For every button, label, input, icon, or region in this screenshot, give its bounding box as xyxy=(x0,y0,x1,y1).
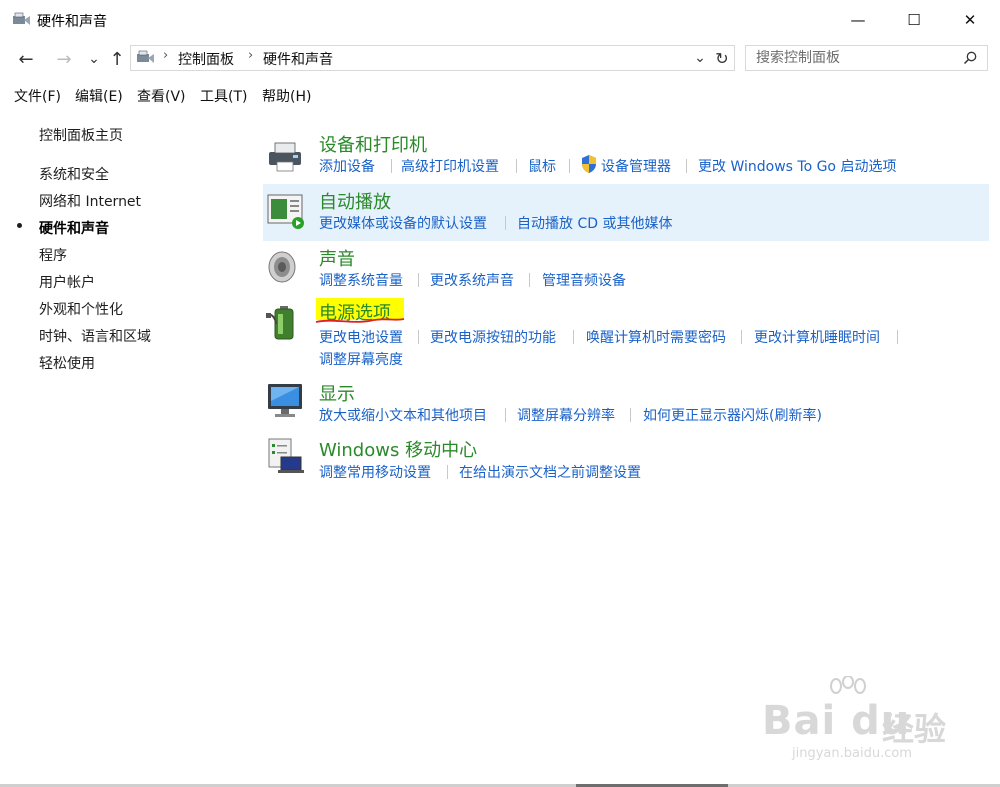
category-sound-title[interactable]: 声音 xyxy=(319,245,355,271)
back-button[interactable]: ← xyxy=(14,47,38,71)
battery-icon[interactable] xyxy=(266,302,306,342)
link-presentation-settings[interactable]: 在给出演示文档之前调整设置 xyxy=(459,462,641,482)
sidebar-home-link[interactable]: 控制面板主页 xyxy=(39,125,123,145)
minimize-button[interactable]: — xyxy=(835,0,881,40)
category-autoplay-title[interactable]: 自动播放 xyxy=(319,188,391,214)
mobility-center-icon[interactable] xyxy=(266,437,306,477)
link-separator xyxy=(447,465,448,479)
watermark-url: jingyan.baidu.com xyxy=(792,746,912,761)
category-mobility-center-title[interactable]: Windows 移动中心 xyxy=(319,436,477,462)
link-change-battery-settings[interactable]: 更改电池设置 xyxy=(319,327,403,347)
search-input[interactable] xyxy=(754,49,958,67)
sidebar-item-programs[interactable]: 程序 xyxy=(39,245,67,265)
sidebar-item-hardware-sound[interactable]: 硬件和声音 xyxy=(39,218,109,238)
search-box[interactable] xyxy=(745,45,988,71)
link-adjust-volume[interactable]: 调整系统音量 xyxy=(319,270,403,290)
link-manage-audio-devices[interactable]: 管理音频设备 xyxy=(542,270,626,290)
printer-icon[interactable] xyxy=(266,136,306,176)
search-icon[interactable] xyxy=(963,51,977,65)
link-separator xyxy=(741,330,742,344)
baidu-watermark: Bai du 经验 jingyan.baidu.com xyxy=(762,676,962,766)
breadcrumb-control-panel[interactable]: 控制面板 xyxy=(178,49,234,69)
link-separator xyxy=(418,273,419,287)
link-separator xyxy=(573,330,574,344)
link-device-manager[interactable]: 设备管理器 xyxy=(601,156,671,176)
link-fix-flicker[interactable]: 如何更正显示器闪烁(刷新率) xyxy=(643,405,822,425)
category-devices-printers-title[interactable]: 设备和打印机 xyxy=(319,131,427,157)
link-adjust-screen-brightness[interactable]: 调整屏幕亮度 xyxy=(319,349,403,369)
forward-button[interactable]: → xyxy=(52,47,76,71)
link-mouse[interactable]: 鼠标 xyxy=(528,156,556,176)
watermark-suffix: 经验 xyxy=(882,710,947,748)
link-separator xyxy=(897,330,898,344)
link-advanced-printer-setup[interactable]: 高级打印机设置 xyxy=(401,156,499,176)
close-button[interactable]: ✕ xyxy=(947,0,993,40)
link-separator xyxy=(505,408,506,422)
link-separator xyxy=(569,159,570,173)
menu-help[interactable]: 帮助(H) xyxy=(262,84,311,108)
link-text-size[interactable]: 放大或缩小文本和其他项目 xyxy=(319,405,487,425)
link-screen-resolution[interactable]: 调整屏幕分辨率 xyxy=(517,405,615,425)
active-bullet-icon xyxy=(17,223,22,228)
maximize-button[interactable]: ☐ xyxy=(891,0,937,40)
link-require-password-on-wake[interactable]: 唤醒计算机时需要密码 xyxy=(586,327,726,347)
menu-edit[interactable]: 编辑(E) xyxy=(75,84,123,108)
monitor-icon[interactable] xyxy=(266,381,306,421)
control-panel-icon xyxy=(137,50,154,63)
link-separator xyxy=(529,273,530,287)
hardware-sound-icon xyxy=(13,12,30,25)
link-separator xyxy=(391,159,392,173)
link-separator xyxy=(630,408,631,422)
link-power-button-function[interactable]: 更改电源按钮的功能 xyxy=(430,327,556,347)
sidebar-item-network[interactable]: 网络和 Internet xyxy=(39,191,141,211)
link-change-sleep-time[interactable]: 更改计算机睡眠时间 xyxy=(754,327,880,347)
link-mobility-settings[interactable]: 调整常用移动设置 xyxy=(319,462,431,482)
category-display-title[interactable]: 显示 xyxy=(319,380,355,406)
sidebar-item-ease-of-access[interactable]: 轻松使用 xyxy=(39,353,95,373)
recent-locations-button[interactable]: ⌄ xyxy=(82,47,106,71)
window-title: 硬件和声音 xyxy=(37,14,107,30)
menu-file[interactable]: 文件(F) xyxy=(14,84,61,108)
link-separator xyxy=(686,159,687,173)
link-change-media-defaults[interactable]: 更改媒体或设备的默认设置 xyxy=(319,213,487,233)
link-windows-to-go[interactable]: 更改 Windows To Go 启动选项 xyxy=(698,156,896,176)
refresh-button[interactable]: ↻ xyxy=(710,46,734,70)
breadcrumb-hardware-sound[interactable]: 硬件和声音 xyxy=(263,49,333,69)
sidebar-item-clock-region[interactable]: 时钟、语言和区域 xyxy=(39,326,151,346)
address-dropdown-button[interactable]: ⌄ xyxy=(688,46,712,70)
menu-view[interactable]: 查看(V) xyxy=(137,84,186,108)
up-button[interactable]: ↑ xyxy=(105,47,129,71)
link-add-device[interactable]: 添加设备 xyxy=(319,156,375,176)
menu-tools[interactable]: 工具(T) xyxy=(200,84,247,108)
speaker-icon[interactable] xyxy=(266,248,306,288)
link-separator xyxy=(418,330,419,344)
autoplay-icon[interactable] xyxy=(266,192,306,232)
red-underline-annotation xyxy=(315,318,405,323)
chevron-right-icon[interactable]: › xyxy=(248,48,253,63)
link-autoplay-cd[interactable]: 自动播放 CD 或其他媒体 xyxy=(517,213,672,233)
sidebar-item-appearance[interactable]: 外观和个性化 xyxy=(39,299,123,319)
chevron-right-icon[interactable]: › xyxy=(163,48,168,63)
link-separator xyxy=(516,159,517,173)
sidebar-item-user-accounts[interactable]: 用户帐户 xyxy=(39,272,95,292)
link-change-system-sounds[interactable]: 更改系统声音 xyxy=(430,270,514,290)
link-separator xyxy=(505,216,506,230)
uac-shield-icon xyxy=(582,155,596,173)
sidebar-item-system-security[interactable]: 系统和安全 xyxy=(39,164,109,184)
